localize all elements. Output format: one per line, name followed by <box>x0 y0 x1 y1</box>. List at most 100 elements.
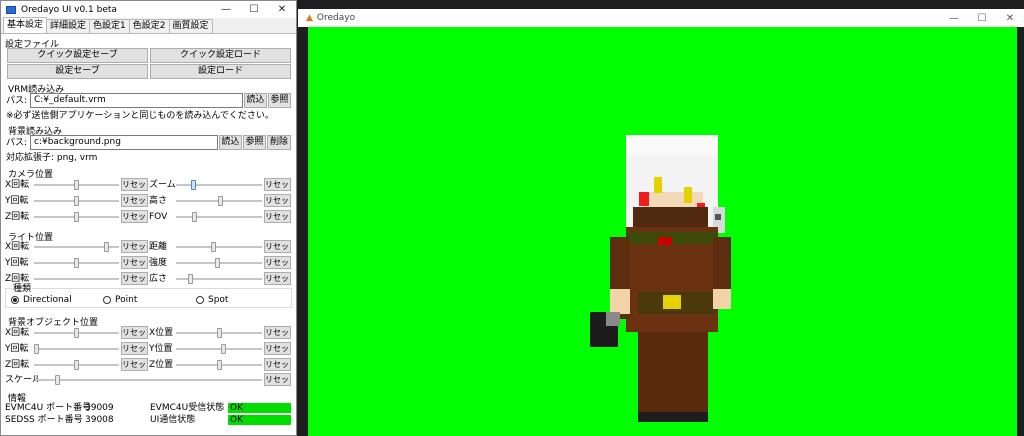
radio-spot[interactable]: Spot <box>196 295 228 305</box>
camera-left-reset-0[interactable]: リセット <box>121 178 148 191</box>
vrm-load-button[interactable]: 読込 <box>244 93 267 108</box>
light-left-thumb-0[interactable] <box>103 242 109 252</box>
bgobj-left-thumb-0[interactable] <box>74 328 79 338</box>
radio-point[interactable]: Point <box>103 295 137 305</box>
bgobj-left-reset-1[interactable]: リセット <box>121 342 148 355</box>
bgobj-left-thumb-2[interactable] <box>74 360 79 370</box>
maximize-icon[interactable]: ☐ <box>968 10 996 27</box>
background-browse-button[interactable]: 参照 <box>243 135 266 150</box>
bgobj-left-thumb-1[interactable] <box>34 344 39 354</box>
bgobj-right-reset-2[interactable]: リセット <box>264 358 291 371</box>
background-delete-button[interactable]: 削除 <box>267 135 291 150</box>
camera-right-thumb-0[interactable] <box>190 180 196 190</box>
bgobj-right-reset-0[interactable]: リセット <box>264 326 291 339</box>
light-left-slider-2[interactable] <box>34 274 119 284</box>
bgobj-left-reset-0[interactable]: リセット <box>121 326 148 339</box>
camera-left-slider-2[interactable] <box>34 212 119 222</box>
oredayo-render-window: ▲ Oredayo — ☐ ✕ <box>298 0 1024 436</box>
scale-slider[interactable] <box>35 375 262 385</box>
bgobj-right-thumb-1[interactable] <box>220 344 226 354</box>
radio-directional[interactable]: Directional <box>11 295 72 305</box>
light-kind-label: 種類 <box>12 283 33 295</box>
light-right-slider-2[interactable] <box>176 274 262 284</box>
tab-advanced[interactable]: 詳細設定 <box>46 19 91 33</box>
evmc4u-status-label: EVMC4U受信状態 <box>150 403 225 413</box>
bgobj-right-thumb-0[interactable] <box>216 328 222 338</box>
evmc4u-status-badge: OK <box>228 403 291 413</box>
maximize-icon[interactable]: ☐ <box>240 1 268 18</box>
bgobj-right-label-2: Z位置 <box>149 360 174 370</box>
bgobj-right-reset-1[interactable]: リセット <box>264 342 291 355</box>
close-icon[interactable]: ✕ <box>996 10 1024 27</box>
light-right-reset-1[interactable]: リセット <box>264 256 291 269</box>
load-settings-button[interactable]: 設定ロード <box>150 64 291 79</box>
camera-right-thumb-2[interactable] <box>192 212 198 222</box>
vrm-path-input[interactable]: C:¥_default.vrm <box>30 93 243 108</box>
bgobj-left-slider-0[interactable] <box>34 328 119 338</box>
minimize-icon[interactable]: — <box>940 10 968 27</box>
light-right-reset-0[interactable]: リセット <box>264 240 291 253</box>
vrm-browse-button[interactable]: 参照 <box>268 93 291 108</box>
camera-left-label-0: X回転 <box>5 180 30 190</box>
ui-status-label: UI通信状態 <box>150 415 196 425</box>
light-right-thumb-1[interactable] <box>214 258 220 268</box>
bgobj-right-slider-0[interactable] <box>176 328 262 338</box>
tab-basic[interactable]: 基本設定 <box>3 17 48 33</box>
background-path-input[interactable]: c:¥background.png <box>30 135 218 150</box>
light-right-slider-0[interactable] <box>176 242 262 252</box>
light-left-label-1: Y回転 <box>5 258 29 268</box>
camera-right-reset-1[interactable]: リセット <box>264 194 291 207</box>
light-left-slider-0[interactable] <box>34 242 119 252</box>
camera-left-thumb-0[interactable] <box>74 180 79 190</box>
camera-right-slider-0[interactable] <box>176 180 262 190</box>
bgobj-left-slider-2[interactable] <box>34 360 119 370</box>
camera-left-thumb-2[interactable] <box>74 212 79 222</box>
minimize-icon[interactable]: — <box>212 1 240 18</box>
camera-right-thumb-1[interactable] <box>218 196 224 206</box>
light-left-reset-1[interactable]: リセット <box>121 256 148 269</box>
camera-left-reset-1[interactable]: リセット <box>121 194 148 207</box>
light-left-slider-1[interactable] <box>34 258 119 268</box>
scale-reset-button[interactable]: リセット <box>264 373 291 386</box>
camera-right-reset-2[interactable]: リセット <box>264 210 291 223</box>
bgobj-right-thumb-2[interactable] <box>216 360 222 370</box>
light-right-thumb-0[interactable] <box>210 242 216 252</box>
camera-right-label-1: 高さ <box>149 196 168 206</box>
app-icon <box>6 5 16 14</box>
camera-left-slider-1[interactable] <box>34 196 119 206</box>
render-title-bar[interactable]: ▲ Oredayo — ☐ ✕ <box>298 9 1024 27</box>
basic-settings-panel: 設定ファイル クイック設定セーブ クイック設定ロード 設定セーブ 設定ロード V… <box>1 34 296 435</box>
light-right-reset-2[interactable]: リセット <box>264 272 291 285</box>
camera-left-thumb-1[interactable] <box>74 196 79 206</box>
light-left-thumb-1[interactable] <box>74 258 79 268</box>
ui-title-bar[interactable]: Oredayo UI v0.1 beta — ☐ ✕ <box>1 1 296 18</box>
light-right-label-2: 広さ <box>149 274 168 284</box>
light-right-thumb-2[interactable] <box>188 274 194 284</box>
camera-left-slider-0[interactable] <box>34 180 119 190</box>
render-viewport[interactable] <box>308 27 1017 436</box>
light-left-reset-0[interactable]: リセット <box>121 240 148 253</box>
quick-save-button[interactable]: クイック設定セーブ <box>7 48 148 63</box>
background-load-button[interactable]: 読込 <box>219 135 242 150</box>
save-settings-button[interactable]: 設定セーブ <box>7 64 148 79</box>
quick-load-button[interactable]: クイック設定ロード <box>150 48 291 63</box>
camera-right-slider-1[interactable] <box>176 196 262 206</box>
scale-slider-thumb[interactable] <box>55 375 60 385</box>
camera-right-slider-2[interactable] <box>176 212 262 222</box>
bgobj-left-slider-1[interactable] <box>34 344 119 354</box>
bgobj-right-slider-1[interactable] <box>176 344 262 354</box>
bgobj-left-reset-2[interactable]: リセット <box>121 358 148 371</box>
light-right-slider-1[interactable] <box>176 258 262 268</box>
camera-right-label-0: ズーム <box>149 180 176 190</box>
tab-quality[interactable]: 画質設定 <box>168 19 213 33</box>
close-icon[interactable]: ✕ <box>268 1 296 18</box>
render-window-title: Oredayo <box>316 13 356 23</box>
camera-right-reset-0[interactable]: リセット <box>264 178 291 191</box>
camera-left-reset-2[interactable]: リセット <box>121 210 148 223</box>
radio-dot-directional <box>11 296 19 304</box>
light-left-reset-2[interactable]: リセット <box>121 272 148 285</box>
tab-color2[interactable]: 色設定2 <box>128 19 170 33</box>
tab-color1[interactable]: 色設定1 <box>89 19 130 33</box>
radio-dot-spot <box>196 296 204 304</box>
bgobj-right-slider-2[interactable] <box>176 360 262 370</box>
